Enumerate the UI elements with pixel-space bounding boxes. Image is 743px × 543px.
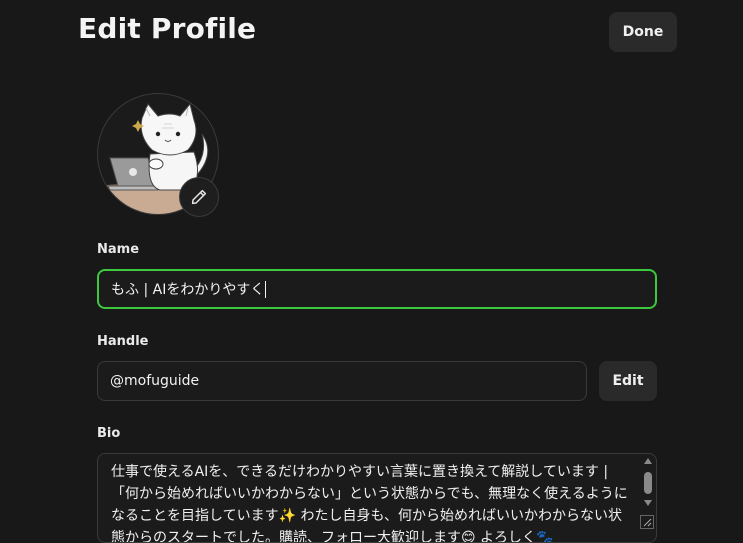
name-input[interactable]: もふ | AIをわかりやすく bbox=[97, 269, 657, 309]
edit-avatar-button[interactable] bbox=[179, 177, 219, 217]
bio-textarea[interactable]: 仕事で使えるAIを、できるだけわかりやすい言葉に置き換えて解説しています | 「… bbox=[97, 453, 657, 543]
name-label: Name bbox=[97, 242, 140, 257]
resize-handle-icon[interactable] bbox=[640, 515, 654, 529]
edit-handle-button[interactable]: Edit bbox=[599, 361, 657, 401]
handle-input[interactable]: @mofuguide bbox=[97, 361, 587, 401]
bio-textarea-value: 仕事で使えるAIを、できるだけわかりやすい言葉に置き換えて解説しています | 「… bbox=[111, 464, 628, 543]
handle-input-value: @mofuguide bbox=[110, 373, 200, 389]
done-button[interactable]: Done bbox=[609, 12, 677, 52]
text-caret bbox=[265, 280, 267, 298]
scrollbar-thumb[interactable] bbox=[644, 472, 652, 494]
name-input-value: もふ | AIをわかりやすく bbox=[111, 282, 265, 298]
handle-label: Handle bbox=[97, 334, 149, 349]
bio-label: Bio bbox=[97, 426, 121, 441]
scroll-up-arrow-icon[interactable] bbox=[644, 458, 652, 464]
avatar-section bbox=[97, 93, 219, 217]
page-title: Edit Profile bbox=[78, 12, 257, 45]
scroll-down-arrow-icon[interactable] bbox=[644, 500, 652, 506]
pencil-icon bbox=[190, 188, 208, 206]
